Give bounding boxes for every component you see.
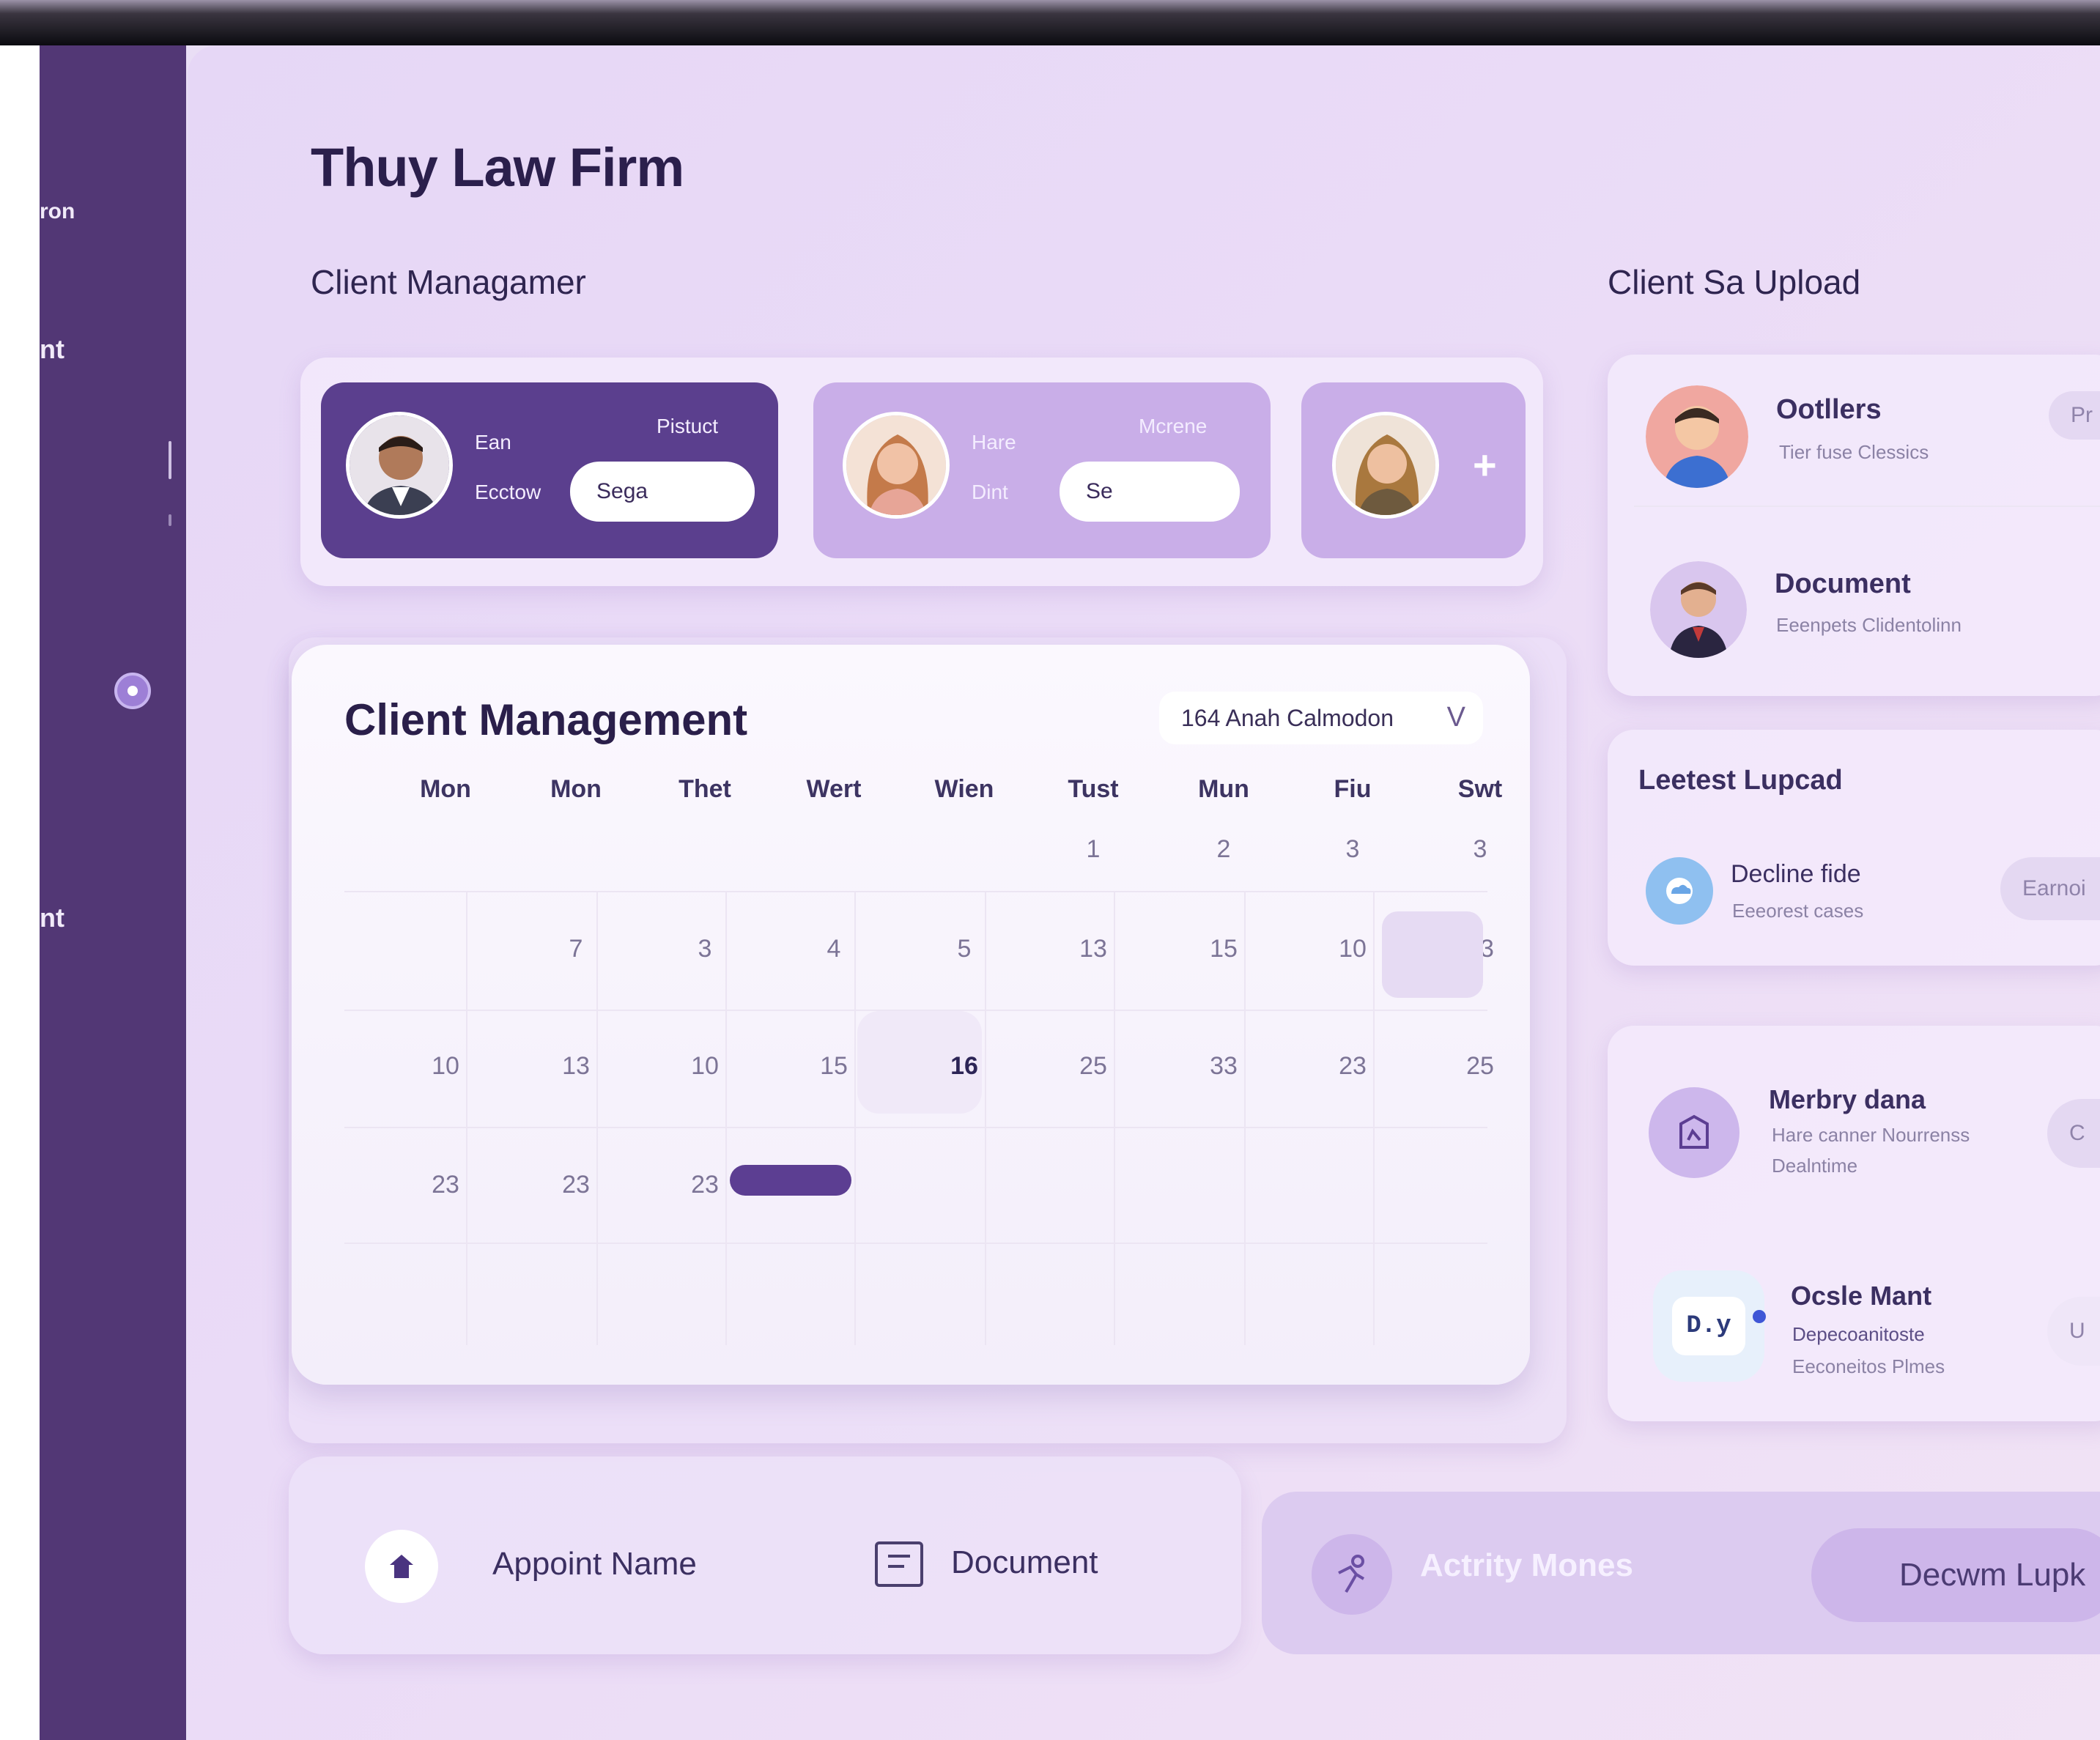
add-client-icon[interactable]: + (1473, 441, 1497, 489)
calendar-day[interactable]: 25 (1038, 1052, 1148, 1081)
client-card-status: Mcrene (1139, 415, 1208, 437)
bottom-nav-appoint[interactable]: Appoint Name (492, 1546, 697, 1582)
section-title-client-manager: Client Managamer (311, 263, 586, 301)
page-title: Thuy Law Firm (311, 137, 684, 198)
radio-icon[interactable] (114, 673, 151, 709)
divider (1634, 506, 2100, 507)
calendar-title: Client Management (344, 695, 748, 744)
sidebar-item-label[interactable]: nt (40, 334, 64, 365)
cloud-icon (1646, 857, 1713, 925)
calendar-day[interactable]: 13 (521, 1052, 631, 1081)
client-card-label: Dint (972, 481, 1008, 503)
calendar-day[interactable]: 5 (909, 935, 1019, 963)
upload-item-subtitle: Tier fuse Clessics (1779, 441, 1929, 463)
calendar-day[interactable]: 23 (391, 1171, 500, 1199)
calendar-day[interactable]: 10 (391, 1052, 500, 1081)
activity-item-subtitle: Hare canner Nourrenss (1772, 1124, 1970, 1146)
client-card-input[interactable]: Sega (570, 462, 755, 522)
calendar-day[interactable]: 15 (1169, 935, 1279, 963)
calendar-day[interactable]: 3 (1298, 835, 1408, 864)
client-card-label: Ean (475, 431, 511, 453)
client-card[interactable]: Ean Ecctow Pistuct Sega (321, 382, 778, 558)
sidebar-item-label[interactable]: nt (40, 903, 64, 933)
calendar-gridline (344, 1127, 1487, 1128)
calendar-day[interactable]: 3 (650, 935, 760, 963)
client-card-label: Hare (972, 431, 1016, 453)
chevron-down-icon: V (1446, 702, 1465, 733)
calendar-month-select[interactable]: 164 Anah Calmodon V (1159, 692, 1483, 744)
bottom-nav-document[interactable]: Document (951, 1544, 1098, 1581)
calendar-weekday-label: Wert (806, 775, 862, 803)
calendar-weekday-label: Thet (679, 775, 731, 803)
upload-item-button[interactable]: Pr (2049, 391, 2100, 440)
client-avatar (1650, 561, 1747, 658)
calendar-day[interactable]: 1 (1038, 835, 1148, 864)
calendar-weekday-label: Fiu (1334, 775, 1372, 803)
client-avatar (843, 412, 950, 519)
calendar-weekday-label: Tust (1068, 775, 1119, 803)
activity-icon[interactable] (1312, 1534, 1392, 1615)
calendar-day[interactable]: 23 (521, 1171, 631, 1199)
activity-item-subtitle: Dealntime (1772, 1155, 1858, 1177)
activity-item-subtitle: Eeconeitos Plmes (1792, 1355, 1945, 1377)
calendar-gridline (466, 891, 467, 1345)
sidebar: ron nt nt (40, 45, 186, 1740)
latest-upload-item-subtitle: Eeeorest cases (1732, 900, 1864, 922)
bottom-nav-activity[interactable]: Actrity Mones (1420, 1547, 1633, 1584)
window-title-bar (0, 0, 2100, 45)
calendar-day[interactable]: 33 (1169, 1052, 1279, 1081)
upload-item-title: Document (1775, 569, 1911, 599)
sidebar-scroll-indicator (169, 514, 171, 526)
document-icon (1649, 1087, 1739, 1178)
upload-item-title: Ootllers (1776, 394, 1882, 425)
app-icon-glyph: D.y (1672, 1297, 1745, 1355)
calendar-day[interactable]: 25 (1425, 1052, 1535, 1081)
document-upload-button[interactable]: Decwm Lupk (1811, 1528, 2100, 1622)
client-card-status: Pistuct (657, 415, 719, 437)
calendar-day[interactable]: 16 (909, 1052, 1019, 1081)
calendar-weekday-label: Wien (934, 775, 994, 803)
activity-item-title: Ocsle Mant (1791, 1281, 1932, 1311)
calendar-month-label: 164 Anah Calmodon (1181, 704, 1394, 731)
latest-upload-item-title: Decline fide (1731, 860, 1861, 888)
upload-item-subtitle: Eeenpets Clidentolinn (1776, 614, 1962, 636)
calendar-day[interactable]: 3 (1425, 835, 1535, 864)
latest-upload-title: Leetest Lupcad (1638, 765, 1843, 796)
calendar-day[interactable]: 13 (1038, 935, 1148, 963)
client-avatar (1332, 412, 1439, 519)
calendar-day-selected[interactable] (1382, 911, 1483, 998)
client-card-label: Ecctow (475, 481, 541, 503)
activity-item-title: Merbry dana (1769, 1084, 1926, 1114)
notification-dot (1753, 1310, 1766, 1323)
calendar-gridline (344, 891, 1487, 892)
activity-item-subtitle: Depecoanitoste (1792, 1323, 1925, 1345)
calendar-day[interactable]: 23 (1298, 1052, 1408, 1081)
calendar-day[interactable]: 2 (1169, 835, 1279, 864)
calendar-weekday-label: Mon (420, 775, 471, 803)
app-icon: D.y (1653, 1270, 1764, 1382)
calendar-event[interactable] (730, 1165, 851, 1196)
latest-upload-button[interactable]: Earnoi (2000, 857, 2100, 920)
sidebar-scroll-indicator (169, 441, 171, 479)
sidebar-item-label[interactable]: ron (40, 199, 75, 224)
calendar-day[interactable]: 10 (650, 1052, 760, 1081)
home-icon[interactable] (365, 1530, 438, 1603)
client-card[interactable]: + (1301, 382, 1526, 558)
client-avatar (346, 412, 453, 519)
calendar-gridline (344, 1243, 1487, 1244)
calendar-weekday-label: Mon (550, 775, 602, 803)
calendar-day[interactable]: 4 (779, 935, 889, 963)
window-edge (0, 45, 40, 1740)
calendar-weekday-label: Mun (1198, 775, 1249, 803)
calendar-weekday-label: Swt (1457, 775, 1503, 803)
client-card-input[interactable]: Se (1060, 462, 1240, 522)
calendar-day[interactable]: 7 (521, 935, 631, 963)
document-icon[interactable] (875, 1541, 923, 1587)
client-card[interactable]: Hare Dint Mcrene Se (813, 382, 1271, 558)
section-title-client-upload: Client Sa Upload (1608, 263, 1861, 301)
client-avatar (1646, 385, 1748, 488)
